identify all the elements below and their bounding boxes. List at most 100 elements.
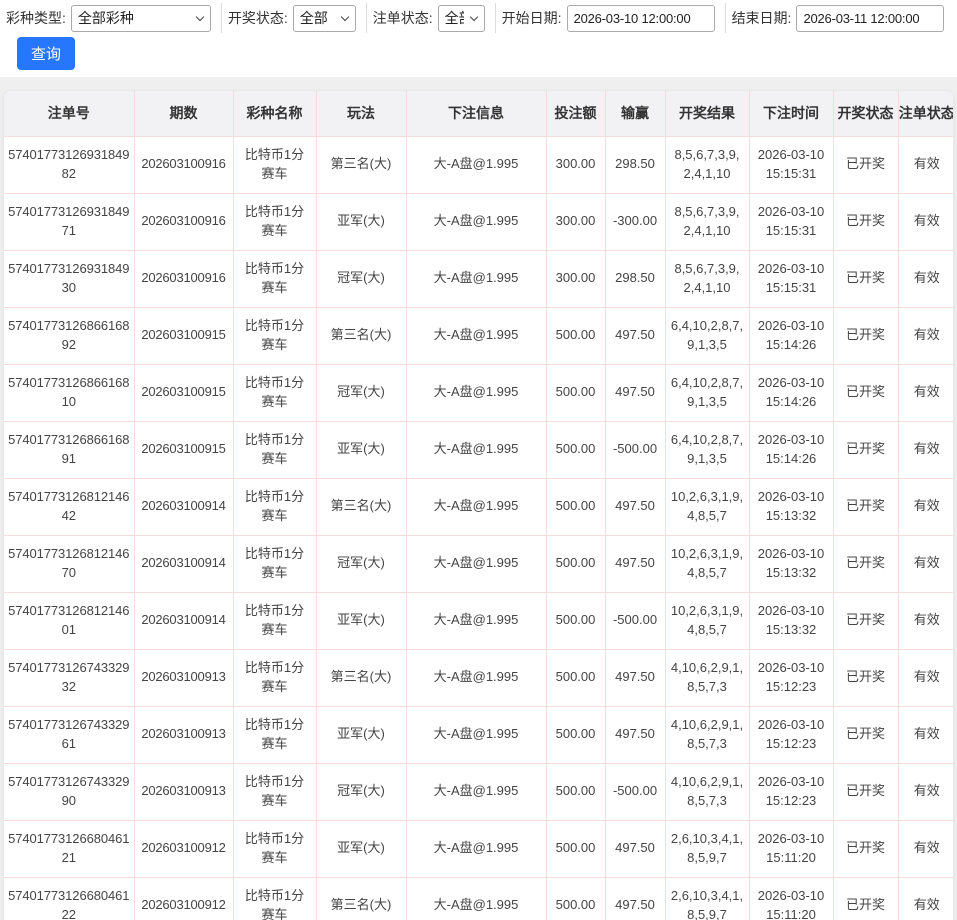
cell-bet-status: 有效 [898, 364, 954, 421]
table-row: 5740177312668046121 202603100912 比特币1分赛车… [4, 820, 954, 877]
cell-draw-status: 已开奖 [833, 136, 898, 193]
cell-play-type: 第三名(大) [316, 649, 406, 706]
cell-lottery-name: 比特币1分赛车 [233, 820, 316, 877]
cell-draw-status: 已开奖 [833, 250, 898, 307]
table-row: 5740177312686616810 202603100915 比特币1分赛车… [4, 364, 954, 421]
cell-play-type: 冠军(大) [316, 364, 406, 421]
cell-bet-status: 有效 [898, 763, 954, 820]
cell-win-loss: 497.50 [605, 706, 665, 763]
cell-bet-id: 5740177312681214601 [4, 592, 134, 649]
col-header-bet-id: 注单号 [4, 91, 134, 136]
cell-draw-status: 已开奖 [833, 307, 898, 364]
cell-bet-amount: 500.00 [546, 706, 605, 763]
cell-period: 202603100913 [134, 649, 233, 706]
cell-period: 202603100915 [134, 364, 233, 421]
cell-win-loss: 497.50 [605, 820, 665, 877]
cell-win-loss: 497.50 [605, 877, 665, 920]
col-header-bet-info: 下注信息 [406, 91, 546, 136]
cell-bet-amount: 300.00 [546, 136, 605, 193]
cell-play-type: 第三名(大) [316, 136, 406, 193]
table-row: 5740177312693184930 202603100916 比特币1分赛车… [4, 250, 954, 307]
cell-play-type: 亚军(大) [316, 421, 406, 478]
filter-group-bet-status: 注单状态: 全部 [367, 3, 496, 33]
col-header-play-type: 玩法 [316, 91, 406, 136]
cell-bet-amount: 500.00 [546, 820, 605, 877]
cell-bet-amount: 500.00 [546, 478, 605, 535]
cell-play-type: 第三名(大) [316, 478, 406, 535]
cell-win-loss: 298.50 [605, 250, 665, 307]
cell-win-loss: -500.00 [605, 421, 665, 478]
col-header-lottery-name: 彩种名称 [233, 91, 316, 136]
cell-bet-time: 2026-03-10 15:12:23 [749, 706, 833, 763]
cell-bet-amount: 500.00 [546, 877, 605, 920]
bet-records-card: 注单号 期数 彩种名称 玩法 下注信息 投注额 输赢 开奖结果 下注时间 开奖状… [3, 90, 954, 920]
cell-bet-amount: 500.00 [546, 649, 605, 706]
cell-draw-result: 8,5,6,7,3,9,2,4,1,10 [665, 193, 749, 250]
table-row: 5740177312686616891 202603100915 比特币1分赛车… [4, 421, 954, 478]
table-row: 5740177312693184982 202603100916 比特币1分赛车… [4, 136, 954, 193]
cell-bet-amount: 500.00 [546, 763, 605, 820]
cell-bet-id: 5740177312681214642 [4, 478, 134, 535]
cell-play-type: 冠军(大) [316, 535, 406, 592]
cell-bet-time: 2026-03-10 15:15:31 [749, 250, 833, 307]
start-date-input[interactable] [567, 5, 715, 32]
cell-lottery-name: 比特币1分赛车 [233, 763, 316, 820]
table-row: 5740177312674332961 202603100913 比特币1分赛车… [4, 706, 954, 763]
end-date-input[interactable] [796, 5, 944, 32]
start-date-label: 开始日期: [502, 8, 562, 28]
col-header-bet-status: 注单状态 [898, 91, 954, 136]
cell-bet-amount: 300.00 [546, 250, 605, 307]
query-button[interactable]: 查询 [17, 37, 75, 70]
table-row: 5740177312681214601 202603100914 比特币1分赛车… [4, 592, 954, 649]
draw-status-label: 开奖状态: [228, 8, 288, 28]
bet-status-label: 注单状态: [373, 8, 433, 28]
cell-bet-time: 2026-03-10 15:13:32 [749, 535, 833, 592]
cell-bet-id: 5740177312693184930 [4, 250, 134, 307]
bet-status-select[interactable]: 全部 [438, 5, 485, 32]
bet-records-table: 注单号 期数 彩种名称 玩法 下注信息 投注额 输赢 开奖结果 下注时间 开奖状… [4, 91, 954, 920]
cell-draw-status: 已开奖 [833, 421, 898, 478]
cell-bet-amount: 500.00 [546, 421, 605, 478]
cell-play-type: 亚军(大) [316, 706, 406, 763]
cell-bet-time: 2026-03-10 15:13:32 [749, 592, 833, 649]
cell-draw-result: 8,5,6,7,3,9,2,4,1,10 [665, 136, 749, 193]
filter-row: 彩种类型: 全部彩种 开奖状态: 全部 注单状态: 全部 [0, 3, 957, 33]
cell-win-loss: -500.00 [605, 763, 665, 820]
lottery-type-select[interactable]: 全部彩种 [71, 5, 211, 32]
cell-draw-status: 已开奖 [833, 193, 898, 250]
cell-play-type: 亚军(大) [316, 193, 406, 250]
cell-win-loss: -300.00 [605, 193, 665, 250]
cell-draw-result: 8,5,6,7,3,9,2,4,1,10 [665, 250, 749, 307]
col-header-bet-amount: 投注额 [546, 91, 605, 136]
table-row: 5740177312686616892 202603100915 比特币1分赛车… [4, 307, 954, 364]
cell-lottery-name: 比特币1分赛车 [233, 478, 316, 535]
cell-period: 202603100915 [134, 307, 233, 364]
cell-bet-id: 5740177312693184982 [4, 136, 134, 193]
cell-draw-result: 6,4,10,2,8,7,9,1,3,5 [665, 307, 749, 364]
cell-bet-time: 2026-03-10 15:11:20 [749, 820, 833, 877]
cell-bet-status: 有效 [898, 592, 954, 649]
cell-bet-info: 大-A盘@1.995 [406, 763, 546, 820]
cell-draw-status: 已开奖 [833, 649, 898, 706]
cell-lottery-name: 比特币1分赛车 [233, 250, 316, 307]
filter-group-lottery-type: 彩种类型: 全部彩种 [0, 3, 222, 33]
button-row: 查询 [17, 37, 957, 70]
cell-bet-amount: 500.00 [546, 307, 605, 364]
cell-bet-time: 2026-03-10 15:14:26 [749, 364, 833, 421]
cell-win-loss: 497.50 [605, 478, 665, 535]
cell-bet-id: 5740177312681214670 [4, 535, 134, 592]
cell-bet-id: 5740177312686616892 [4, 307, 134, 364]
cell-bet-amount: 500.00 [546, 364, 605, 421]
table-body: 5740177312693184982 202603100916 比特币1分赛车… [4, 136, 954, 920]
cell-bet-time: 2026-03-10 15:14:26 [749, 421, 833, 478]
cell-draw-status: 已开奖 [833, 535, 898, 592]
draw-status-select[interactable]: 全部 [293, 5, 356, 32]
cell-bet-status: 有效 [898, 877, 954, 920]
cell-draw-status: 已开奖 [833, 592, 898, 649]
cell-bet-status: 有效 [898, 820, 954, 877]
cell-bet-info: 大-A盘@1.995 [406, 364, 546, 421]
filter-group-draw-status: 开奖状态: 全部 [222, 3, 367, 33]
cell-period: 202603100916 [134, 193, 233, 250]
cell-bet-status: 有效 [898, 136, 954, 193]
cell-draw-result: 10,2,6,3,1,9,4,8,5,7 [665, 592, 749, 649]
